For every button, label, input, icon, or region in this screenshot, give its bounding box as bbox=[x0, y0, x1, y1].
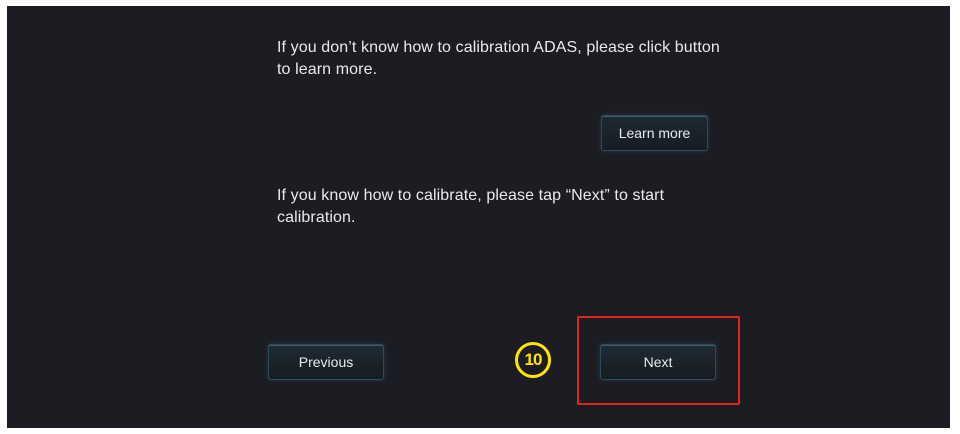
adas-calibration-screen: If you don’t know how to calibration ADA… bbox=[7, 6, 950, 428]
next-instruction: If you know how to calibrate, please tap… bbox=[277, 187, 665, 226]
learn-more-button[interactable]: Learn more bbox=[601, 115, 708, 151]
previous-button[interactable]: Previous bbox=[268, 344, 384, 380]
next-button-highlight-box bbox=[577, 316, 740, 405]
step-number-marker: 10 bbox=[515, 342, 551, 378]
learn-more-instruction: If you don’t know how to calibration ADA… bbox=[277, 39, 720, 78]
